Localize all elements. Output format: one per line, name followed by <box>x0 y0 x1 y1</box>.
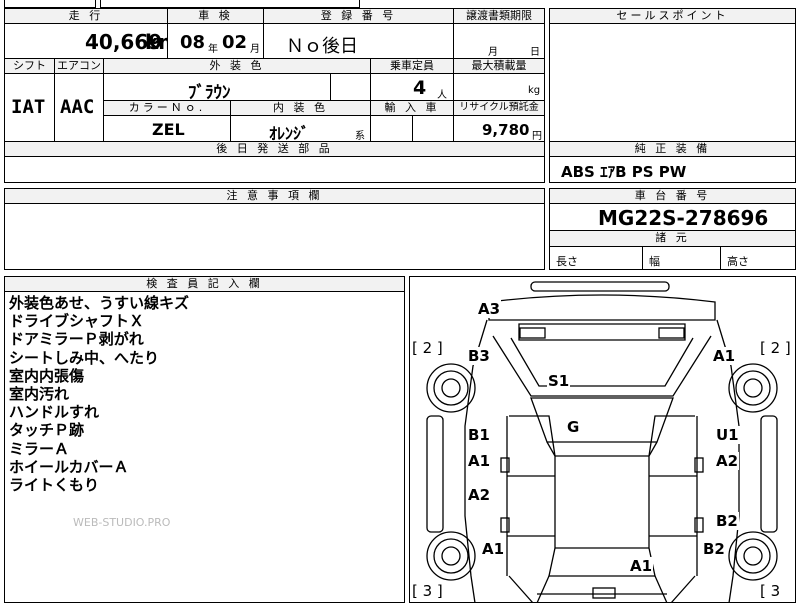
mark-a1-front-right: A1 <box>712 347 737 365</box>
chassis-cell: MG22S-278696 <box>549 203 796 231</box>
note-line: 室内汚れ <box>9 385 70 404</box>
dims-header: 諸 元 <box>549 230 796 247</box>
note-line: タッチＰ跡 <box>9 421 85 440</box>
note-line: 室内内張傷 <box>9 366 85 385</box>
mark-a3: A3 <box>477 300 502 318</box>
load-cell: kg <box>453 73 545 101</box>
shift-header: シフト <box>4 58 55 74</box>
ac-cell: AAC <box>54 73 104 142</box>
shift-cell: IAT <box>4 73 55 142</box>
mark-b1-left: B1 <box>467 426 491 444</box>
inspector-notes: 外装色あせ、うすい線キズ ドライブシャフトＸ ドアミラーＰ剥がれ シートしみ中、… <box>9 294 189 494</box>
dims-height-cell: 高さ <box>720 246 796 270</box>
equipment-cell: ABS ｴｱB PS PW <box>549 156 796 183</box>
capacity-header: 乗車定員 <box>370 58 454 74</box>
car-diagram-panel: [ 2 ] [ 2 ] [ 3 ] [ 3 A3 B3 A1 S1 G B1 A… <box>409 276 796 603</box>
bracket-top-left: [ 2 ] <box>412 339 443 357</box>
inspector-header: 検 査 員 記 入 欄 <box>4 276 405 292</box>
transfer-cell: 月 日 <box>453 23 545 59</box>
note-line: シートしみ中、へたり <box>9 348 160 367</box>
mark-a2-right: A2 <box>715 452 740 470</box>
registration-header: 登 録 番 号 <box>263 8 454 24</box>
inspection-year-unit: 年 <box>208 44 218 55</box>
bracket-bottom-right: [ 3 <box>760 582 781 600</box>
mark-a1-left-1: A1 <box>467 452 492 470</box>
recycle-cell: 9,780 円 <box>453 115 545 142</box>
import-cell-2 <box>412 115 454 142</box>
mark-b2-right-1: B2 <box>715 512 739 530</box>
sales-point-cell <box>549 23 796 142</box>
chassis-header: 車 台 番 号 <box>549 188 796 204</box>
recycle-unit: 円 <box>532 131 542 142</box>
bracket-top-right: [ 2 ] <box>760 339 791 357</box>
recycle-value: 9,780 <box>482 121 530 139</box>
registration-value: Ｎｏ後日 <box>286 36 358 57</box>
transfer-month-unit: 月 <box>488 47 498 58</box>
ac-value: AAC <box>60 96 95 118</box>
mark-s1: S1 <box>547 372 571 390</box>
equipment-header: 純 正 装 備 <box>549 141 796 157</box>
capacity-value: 4 <box>413 77 427 99</box>
color-no-header: カラーＮｏ. <box>103 100 231 116</box>
watermark: WEB-STUDIO.PRO <box>73 516 171 529</box>
interior-cell: ｵﾚﾝｼﾞ 系 <box>230 115 371 143</box>
transfer-day-unit: 日 <box>530 47 540 58</box>
shift-value: IAT <box>11 96 46 118</box>
recycle-header: リサイクル預託金 <box>453 100 545 116</box>
inspection-month: 02 <box>222 32 248 53</box>
exterior-header: 外 装 色 <box>103 58 371 74</box>
load-unit: kg <box>528 85 541 96</box>
note-line: ホイールカバーＡ <box>9 457 129 476</box>
interior-header: 内 装 色 <box>230 100 371 116</box>
mileage-cell: 40,669 km <box>4 23 179 59</box>
import-header: 輸 入 車 <box>370 100 454 116</box>
chassis-value: MG22S-278696 <box>598 206 769 230</box>
dims-length-cell: 長さ <box>549 246 643 270</box>
mark-g: G <box>566 418 581 436</box>
registration-cell: Ｎｏ後日 <box>263 23 454 59</box>
note-line: ライトくもり <box>9 476 100 495</box>
dims-width-cell: 幅 <box>642 246 721 270</box>
exterior-cell: ﾌﾞﾗｳﾝ <box>103 73 331 103</box>
top-strip-left <box>4 0 96 8</box>
mark-b3: B3 <box>467 347 491 365</box>
caution-cell <box>4 203 545 270</box>
sales-point-header: セールスポイント <box>549 8 796 24</box>
inspection-month-unit: 月 <box>250 44 260 55</box>
note-line: ドライブシャフトＸ <box>9 312 145 331</box>
height-label: 高さ <box>727 255 749 268</box>
transfer-header: 譲渡書類期限 <box>453 8 545 24</box>
inspection-header: 車 検 <box>167 8 264 24</box>
equipment-value: ABS ｴｱB PS PW <box>561 163 687 181</box>
inspector-cell: 外装色あせ、うすい線キズ ドライブシャフトＸ ドアミラーＰ剥がれ シートしみ中、… <box>4 291 405 603</box>
interior-suffix: 系 <box>355 131 365 142</box>
note-line: ミラーＡ <box>9 439 70 458</box>
note-line: ハンドルすれ <box>9 403 100 422</box>
exterior-extra-cell <box>330 73 371 101</box>
capacity-unit: 人 <box>437 90 447 101</box>
note-line: 外装色あせ、うすい線キズ <box>9 294 190 312</box>
width-label: 幅 <box>649 255 660 268</box>
load-header: 最大積載量 <box>453 58 545 74</box>
length-label: 長さ <box>556 255 578 268</box>
mileage-header: 走 行 <box>4 8 168 24</box>
later-parts-cell <box>4 156 545 183</box>
color-no-value: ZEL <box>152 120 185 139</box>
mark-a2-left: A2 <box>467 486 492 504</box>
bracket-bottom-left: [ 3 ] <box>412 582 443 600</box>
capacity-cell: 4 人 <box>370 73 454 101</box>
top-strip-mid <box>100 0 360 8</box>
later-parts-header: 後 日 発 送 部 品 <box>4 141 545 157</box>
import-cell-1 <box>370 115 413 142</box>
mark-u1: U1 <box>715 426 740 444</box>
ac-header: エアコン <box>54 58 104 74</box>
mark-b2-right-2: B2 <box>702 540 726 558</box>
note-line: ドアミラーＰ剥がれ <box>9 330 144 349</box>
mark-a1-left-2: A1 <box>481 540 506 558</box>
mark-a1-rear: A1 <box>629 557 654 575</box>
inspection-year: 08 <box>180 32 206 53</box>
caution-header: 注 意 事 項 欄 <box>4 188 545 204</box>
color-no-cell: ZEL <box>103 115 231 142</box>
inspection-cell: 08 年 02 月 <box>167 23 264 59</box>
